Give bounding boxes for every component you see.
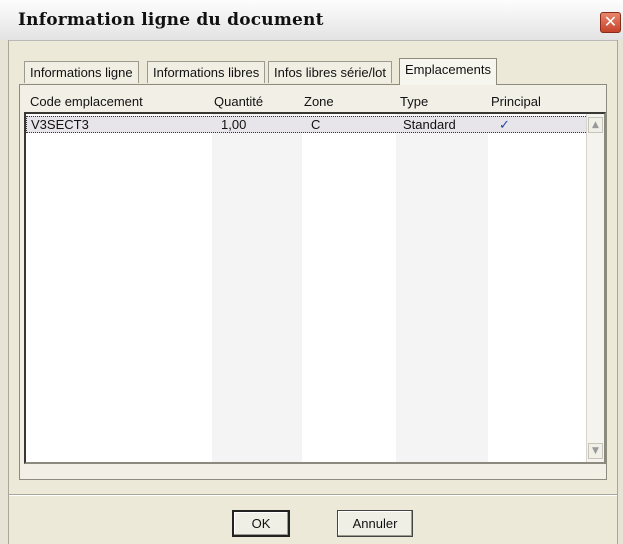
- column-header-code-emplacement[interactable]: Code emplacement: [30, 94, 143, 109]
- list-header: Code emplacement Quantité Zone Type Prin…: [30, 94, 590, 112]
- principal-checkmark-icon[interactable]: ✓: [499, 117, 510, 132]
- close-icon: ✕: [603, 12, 618, 31]
- cell-quantite: 1,00: [221, 117, 247, 132]
- arrow-down-icon: ▼: [592, 446, 599, 456]
- arrow-up-icon: ▲: [592, 120, 599, 130]
- cell-type: Standard: [403, 117, 456, 132]
- column-header-quantite[interactable]: Quantité: [214, 94, 263, 109]
- cancel-button[interactable]: Annuler: [337, 510, 413, 537]
- close-button[interactable]: ✕: [600, 12, 621, 33]
- emplacements-list[interactable]: V3SECT3 1,00 C Standard ✓ ▲ ▼: [24, 112, 606, 464]
- window-frame-left: [0, 40, 9, 544]
- column-shade-type: [396, 114, 488, 462]
- window-frame-right: [617, 40, 623, 544]
- dialog-window: Information ligne du document ✕ Informat…: [0, 0, 623, 544]
- tab-informations-libres[interactable]: Informations libres: [147, 61, 266, 83]
- ok-button[interactable]: OK: [232, 510, 290, 537]
- title-bar: Information ligne du document ✕: [0, 0, 623, 41]
- column-header-principal[interactable]: Principal: [491, 94, 541, 109]
- column-header-type[interactable]: Type: [400, 94, 428, 109]
- tab-infos-libres-serie-lot[interactable]: Infos libres série/lot: [268, 61, 392, 83]
- column-header-zone[interactable]: Zone: [304, 94, 334, 109]
- window-title: Information ligne du document: [18, 10, 324, 30]
- cell-code-emplacement: V3SECT3: [31, 117, 89, 132]
- scroll-down-button[interactable]: ▼: [588, 443, 603, 459]
- vertical-scrollbar[interactable]: ▲ ▼: [586, 114, 604, 462]
- scroll-up-button[interactable]: ▲: [588, 117, 603, 133]
- column-shade-quantite: [212, 114, 302, 462]
- table-row[interactable]: V3SECT3 1,00 C Standard ✓: [26, 116, 590, 133]
- tab-informations-ligne[interactable]: Informations ligne: [24, 61, 139, 83]
- tab-emplacements[interactable]: Emplacements: [399, 58, 497, 85]
- cell-zone: C: [311, 117, 321, 132]
- separator-line: [9, 494, 617, 496]
